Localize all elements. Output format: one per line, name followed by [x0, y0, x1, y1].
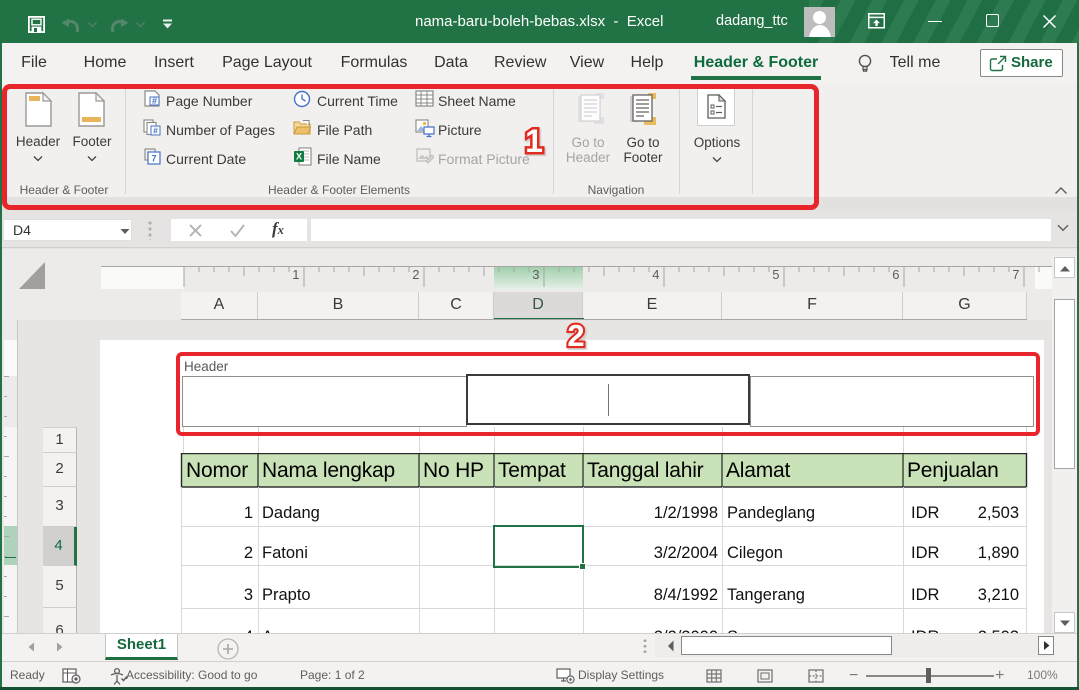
- svg-text:6: 6: [892, 267, 899, 282]
- svg-text:7: 7: [1012, 267, 1019, 282]
- svg-text:2: 2: [567, 320, 584, 353]
- svg-text:3: 3: [532, 267, 539, 282]
- svg-text:1: 1: [525, 123, 543, 159]
- svg-text:5: 5: [772, 267, 779, 282]
- svg-text:2: 2: [412, 267, 419, 282]
- svg-text:4: 4: [652, 267, 659, 282]
- svg-text:1: 1: [292, 267, 299, 282]
